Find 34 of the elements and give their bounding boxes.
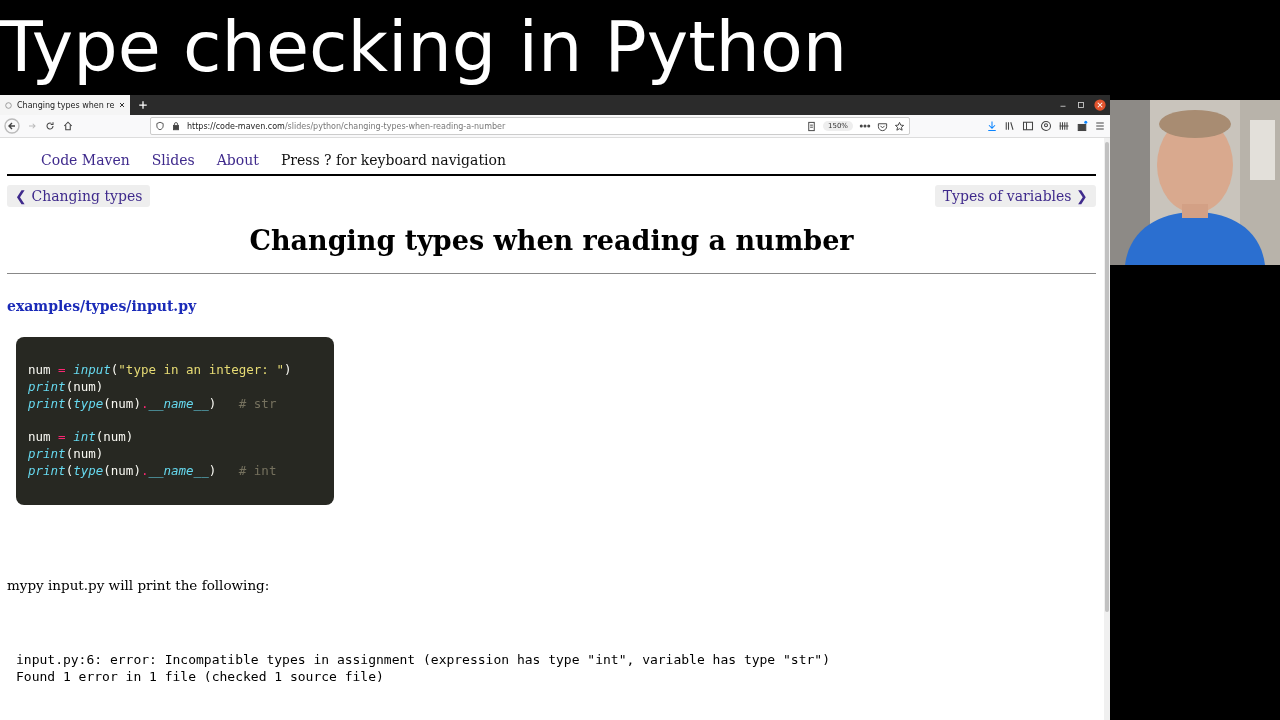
download-icon[interactable] [986,120,998,132]
lock-icon [171,121,181,131]
scrollbar-thumb[interactable] [1105,142,1109,612]
globe-icon [4,100,13,110]
account-icon[interactable] [1040,120,1052,132]
reader-icon[interactable] [806,120,817,132]
note-text: mypy input.py will print the following: [7,576,271,593]
next-page-button[interactable]: Types of variables ❯ [934,185,1096,207]
page-heading: Changing types when reading a number [7,225,1096,274]
code-block: num = input("type in an integer: ") print(num) print(type(num).__name__) # str num = int(num) print(num) print(type(num).__name__) # int [16,337,334,505]
plus-icon[interactable] [138,100,149,110]
shield-icon [155,121,165,131]
file-link[interactable]: examples/types/input.py [7,298,197,314]
library-icon[interactable] [1004,120,1016,132]
browser-tab[interactable]: Changing types when re [0,95,131,115]
previous-page-button[interactable]: ❮ Changing types [7,185,151,207]
sidebar-icon[interactable] [1022,120,1034,132]
home-icon[interactable] [62,120,74,132]
nav-link[interactable]: Slides [151,152,195,168]
gift-icon[interactable] [1076,120,1088,132]
nav-link[interactable]: About [216,152,259,168]
reload-icon[interactable] [44,120,56,132]
menu-icon[interactable] [1094,120,1106,132]
pocket-icon[interactable] [877,120,888,132]
nav-link[interactable]: Code Maven [41,152,130,168]
url-field[interactable]: https://code-maven.com/slides/python/changing-types-when-reading-a-number [187,121,800,131]
close-icon[interactable] [1094,99,1106,111]
back-icon[interactable] [4,118,20,134]
console-output: input.py:6: error: Incompatible types in assignment (expression has type "int", variable has type "str") Found 1 error in 1 file (checked 1 source file) [16,650,831,685]
close-icon[interactable] [118,101,127,109]
restore-icon[interactable] [1076,100,1086,110]
keyboard-hint: Press ? for keyboard navigation [280,152,506,168]
star-icon[interactable] [894,120,905,132]
bars-icon[interactable] [1058,120,1070,132]
